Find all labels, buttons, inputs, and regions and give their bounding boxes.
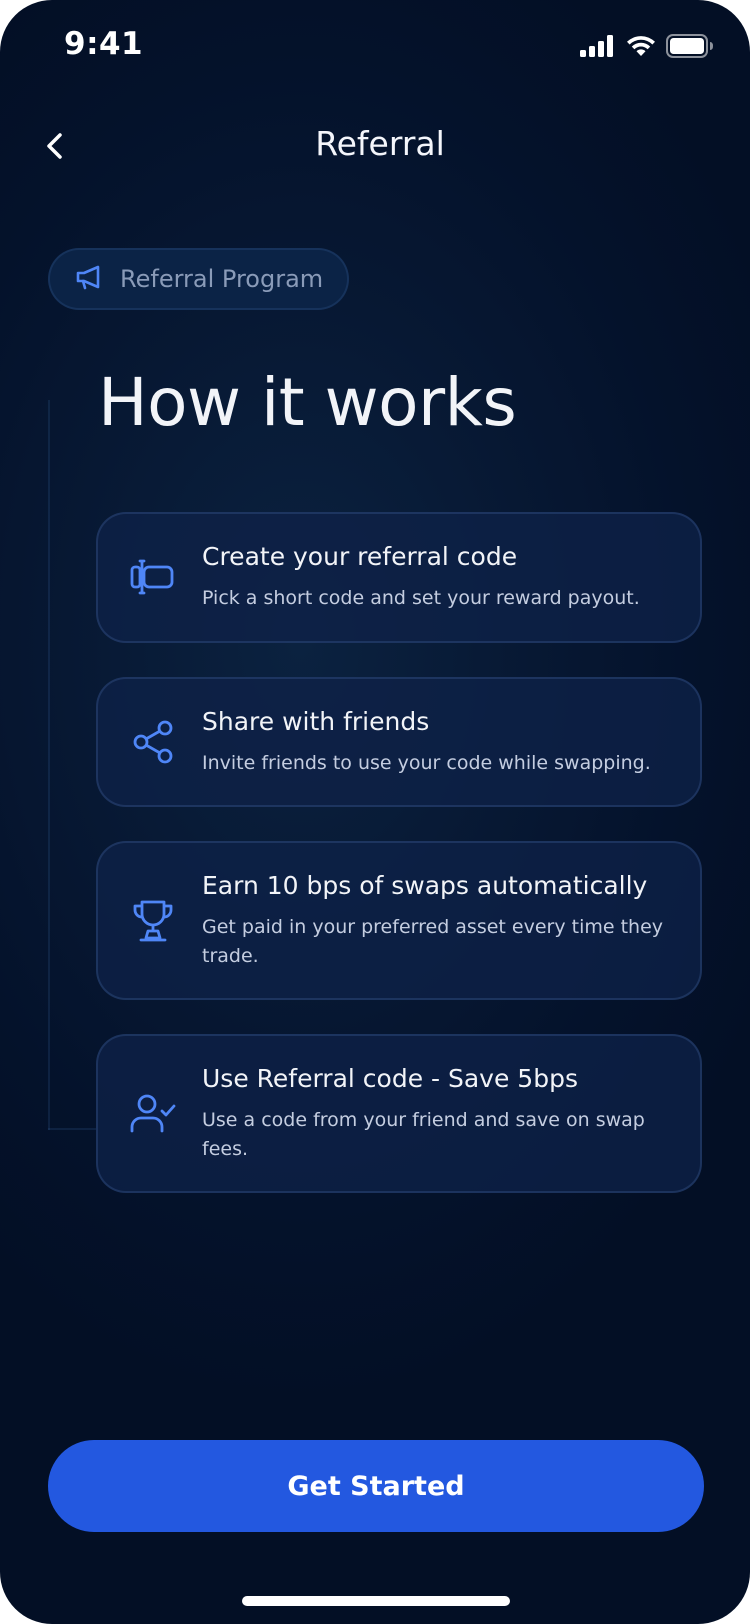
code-cursor-icon (128, 552, 178, 602)
step-card-create-code: Create your referral code Pick a short c… (96, 512, 702, 643)
badge-label: Referral Program (120, 265, 324, 293)
share-icon (128, 717, 178, 767)
referral-program-badge: Referral Program (48, 248, 350, 310)
phone-screen: 9:41 Referral Referral Program How it wo… (0, 0, 750, 1624)
status-bar: 9:41 (0, 0, 750, 92)
step-card-share: Share with friends Invite friends to use… (96, 676, 702, 807)
status-icons (580, 34, 714, 62)
section-title: How it works (98, 364, 517, 441)
step-description: Get paid in your preferred asset every t… (202, 916, 664, 967)
step-title: Create your referral code (202, 542, 518, 571)
status-time: 9:41 (64, 26, 144, 62)
home-indicator (242, 1596, 510, 1606)
user-check-icon (128, 1089, 178, 1139)
step-description: Pick a short code and set your reward pa… (202, 587, 640, 609)
trophy-icon (128, 896, 178, 946)
page-title: Referral (315, 124, 445, 163)
get-started-button[interactable]: Get Started (48, 1440, 704, 1532)
decorative-line (48, 1128, 96, 1130)
decorative-line (48, 400, 50, 1130)
steps-list: Create your referral code Pick a short c… (96, 512, 702, 1227)
signal-icon (580, 35, 616, 61)
step-title: Use Referral code - Save 5bps (202, 1064, 578, 1093)
wifi-icon (626, 35, 656, 61)
step-title: Share with friends (202, 706, 430, 736)
step-description: Invite friends to use your code while sw… (202, 751, 651, 774)
step-description: Use a code from your friend and save on … (202, 1109, 645, 1160)
step-card-use-code: Use Referral code - Save 5bps Use a code… (96, 1034, 702, 1193)
step-title: Earn 10 bps of swaps automatically (202, 871, 648, 900)
step-card-earn: Earn 10 bps of swaps automatically Get p… (96, 841, 702, 1000)
battery-icon (666, 34, 714, 62)
megaphone-icon (74, 263, 106, 295)
